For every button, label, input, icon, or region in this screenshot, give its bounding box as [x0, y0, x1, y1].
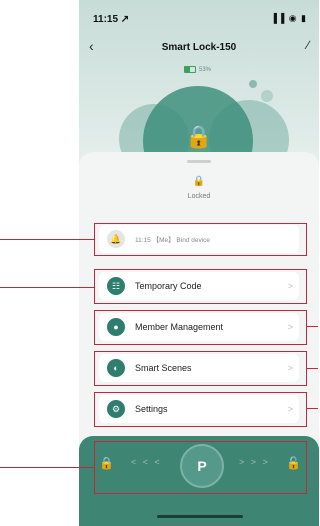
status-time: 11:15 ↗ — [93, 14, 130, 25]
status-icons: ▐▐ ◉ ▮ — [270, 13, 307, 23]
hero-bubble — [261, 90, 273, 102]
page-title: Smart Lock-150 — [161, 42, 237, 53]
battery-fill — [185, 67, 191, 72]
callout-box-temporary-code — [94, 269, 307, 304]
callout-box-settings — [94, 392, 307, 427]
callout-line-member-management — [307, 326, 318, 327]
sheet-handle[interactable] — [187, 160, 211, 163]
callout-line-temporary-code — [0, 287, 94, 288]
lock-status-icon: 🔒 — [192, 176, 206, 187]
battery-icon — [184, 66, 196, 73]
status-bar: 11:15 ↗ ▐▐ ◉ ▮ — [79, 0, 319, 30]
callout-line-smart-scenes — [307, 368, 318, 369]
hero-lock-icon: 🔒 — [185, 124, 213, 149]
callout-box-smart-scenes — [94, 351, 307, 386]
home-indicator — [157, 515, 243, 518]
hero-bubble — [249, 80, 257, 88]
callout-line-log — [0, 239, 94, 240]
lock-status: 🔒 Locked — [79, 176, 319, 200]
battery-indicator: 53% — [184, 66, 211, 73]
callout-box-member-management — [94, 310, 307, 345]
lock-status-label: Locked — [187, 193, 211, 200]
callout-box-control-bar — [94, 441, 307, 494]
callout-box-log — [94, 223, 307, 256]
edit-icon[interactable]: ∕ — [307, 38, 309, 52]
callout-line-control-bar — [0, 467, 94, 468]
callout-line-settings — [307, 408, 318, 409]
battery-percent: 53% — [199, 66, 212, 73]
